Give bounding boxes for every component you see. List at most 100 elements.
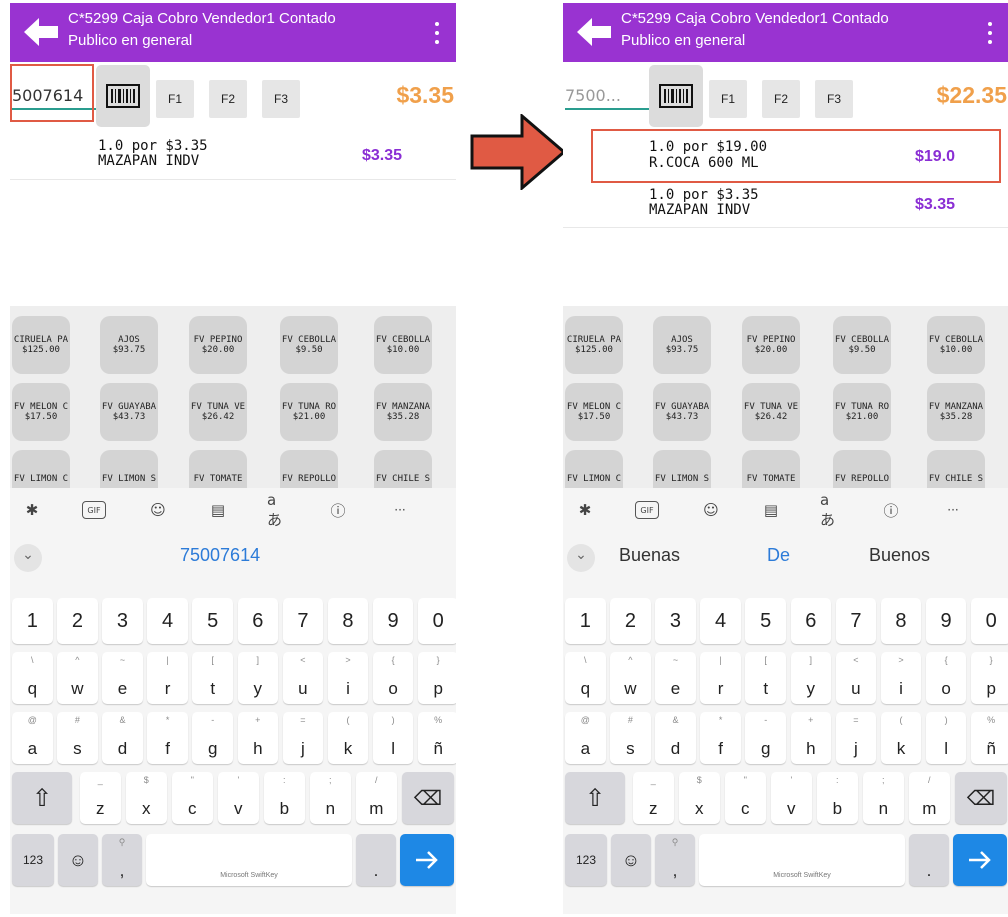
key-x[interactable]: $ x [679, 772, 720, 824]
key-b[interactable]: :b [817, 772, 858, 824]
key-l[interactable]: ) l [372, 712, 414, 764]
product-button[interactable]: FV CHILE S [374, 450, 432, 488]
key-4[interactable]: 4 [147, 598, 188, 644]
product-button[interactable]: FV TUNA RO $21.00 [833, 383, 891, 441]
product-button[interactable]: FV GUAYABA $43.73 [100, 383, 158, 441]
key-o[interactable]: {o [372, 652, 414, 704]
key-c[interactable]: " c [725, 772, 766, 824]
copilot-icon[interactable]: ✱ [20, 498, 44, 522]
key-7[interactable]: 7 [835, 598, 877, 644]
product-button[interactable]: FV CHILE S [927, 450, 985, 488]
key-6[interactable]: 6 [790, 598, 832, 644]
product-button[interactable]: FV TUNA RO $21.00 [280, 383, 338, 441]
key-y[interactable]: ] y [237, 652, 279, 704]
product-button[interactable]: FV TOMATE [189, 450, 247, 488]
product-button[interactable]: CIRUELA PA $125.00 [12, 316, 70, 374]
backspace-key[interactable]: ⌫ [402, 772, 454, 824]
key-3[interactable]: 3 [655, 598, 696, 644]
shift-key[interactable]: ⇧ [565, 772, 625, 824]
more-icon[interactable]: ··· [388, 498, 412, 522]
key-z[interactable]: _ z [633, 772, 674, 824]
key-j[interactable]: = j [835, 712, 877, 764]
key-h[interactable]: + h [790, 712, 832, 764]
key-9[interactable]: 9 [925, 598, 967, 644]
product-button[interactable]: FV TUNA VE $26.42 [742, 383, 800, 441]
product-button[interactable]: AJOS $93.75 [100, 316, 158, 374]
f1-button[interactable]: F1 [156, 80, 194, 118]
key-t[interactable]: [t [745, 652, 786, 704]
key-f[interactable]: * f [147, 712, 188, 764]
f2-button[interactable]: F2 [762, 80, 800, 118]
key-ñ[interactable]: % ñ [417, 712, 456, 764]
period-key[interactable]: . [909, 834, 949, 886]
key-1[interactable]: 1 [565, 598, 606, 644]
f1-button[interactable]: F1 [709, 80, 747, 118]
key-w[interactable]: ^ w [610, 652, 651, 704]
product-button[interactable]: FV PEPINO $20.00 [189, 316, 247, 374]
f3-button[interactable]: F3 [815, 80, 853, 118]
key-d[interactable]: & d [102, 712, 143, 764]
gif-icon[interactable]: GIF [82, 501, 106, 519]
key-s[interactable]: # s [57, 712, 98, 764]
key-w[interactable]: ^ w [57, 652, 98, 704]
key-5[interactable]: 5 [192, 598, 233, 644]
key-m[interactable]: / m [909, 772, 950, 824]
key-i[interactable]: > i [327, 652, 369, 704]
key-x[interactable]: $ x [126, 772, 167, 824]
comma-key[interactable]: ⚲, [655, 834, 695, 886]
translate-icon[interactable]: aあ [820, 491, 844, 529]
emoji-key[interactable]: ☺ [58, 834, 98, 886]
key-f[interactable]: * f [700, 712, 741, 764]
numbers-mode-key[interactable]: 123 [565, 834, 607, 886]
key-p[interactable]: } p [417, 652, 456, 704]
key-8[interactable]: 8 [880, 598, 922, 644]
key-g[interactable]: -g [192, 712, 233, 764]
key-t[interactable]: [t [192, 652, 233, 704]
suggestion-item[interactable]: De [767, 545, 790, 566]
numbers-mode-key[interactable]: 123 [12, 834, 54, 886]
shift-key[interactable]: ⇧ [12, 772, 72, 824]
info-icon[interactable]: ⓘ [879, 498, 903, 522]
product-button[interactable]: FV MANZANA $35.28 [374, 383, 432, 441]
key-z[interactable]: _ z [80, 772, 121, 824]
enter-key[interactable] [953, 834, 1007, 886]
gif-icon[interactable]: GIF [635, 501, 659, 519]
key-v[interactable]: ' v [771, 772, 812, 824]
product-button[interactable]: FV CEBOLLA $10.00 [927, 316, 985, 374]
product-button[interactable]: FV GUAYABA $43.73 [653, 383, 711, 441]
key-2[interactable]: 2 [57, 598, 98, 644]
product-button[interactable]: CIRUELA PA $125.00 [565, 316, 623, 374]
clipboard-icon[interactable]: ▤ [759, 498, 783, 522]
key-k[interactable]: (k [327, 712, 369, 764]
key-8[interactable]: 8 [327, 598, 369, 644]
space-bar[interactable]: Microsoft SwiftKey [699, 834, 905, 886]
product-button[interactable]: FV LIMON S [100, 450, 158, 488]
sale-item-row[interactable]: 1.0 por $19.00 R.COCA 600 ML $19.0 [563, 129, 1008, 181]
key-3[interactable]: 3 [102, 598, 143, 644]
barcode-input[interactable] [565, 82, 649, 110]
key-n[interactable]: ; n [863, 772, 904, 824]
key-1[interactable]: 1 [12, 598, 53, 644]
period-key[interactable]: . [356, 834, 396, 886]
info-icon[interactable]: ⓘ [326, 498, 350, 522]
key-q[interactable]: \ q [12, 652, 53, 704]
key-o[interactable]: {o [925, 652, 967, 704]
key-y[interactable]: ] y [790, 652, 832, 704]
copilot-icon[interactable]: ✱ [573, 498, 597, 522]
comma-key[interactable]: ⚲, [102, 834, 142, 886]
product-button[interactable]: FV MANZANA $35.28 [927, 383, 985, 441]
product-button[interactable]: FV MELON C $17.50 [565, 383, 623, 441]
sale-item-row[interactable]: 1.0 por $3.35 MAZAPAN INDV $3.35 [563, 183, 1008, 227]
product-button[interactable]: FV PEPINO $20.00 [742, 316, 800, 374]
key-d[interactable]: & d [655, 712, 696, 764]
product-button[interactable]: FV TOMATE [742, 450, 800, 488]
back-arrow-icon[interactable] [577, 17, 611, 47]
key-9[interactable]: 9 [372, 598, 414, 644]
sticker-icon[interactable]: ☺ [146, 498, 170, 522]
sale-item-row[interactable]: 1.0 por $3.35 MAZAPAN INDV $3.35 [10, 132, 456, 176]
key-e[interactable]: ~ e [102, 652, 143, 704]
product-button[interactable]: FV CEBOLLA $10.00 [374, 316, 432, 374]
product-button[interactable]: FV CEBOLLA $9.50 [280, 316, 338, 374]
product-button[interactable]: FV LIMON C [565, 450, 623, 488]
key-k[interactable]: (k [880, 712, 922, 764]
